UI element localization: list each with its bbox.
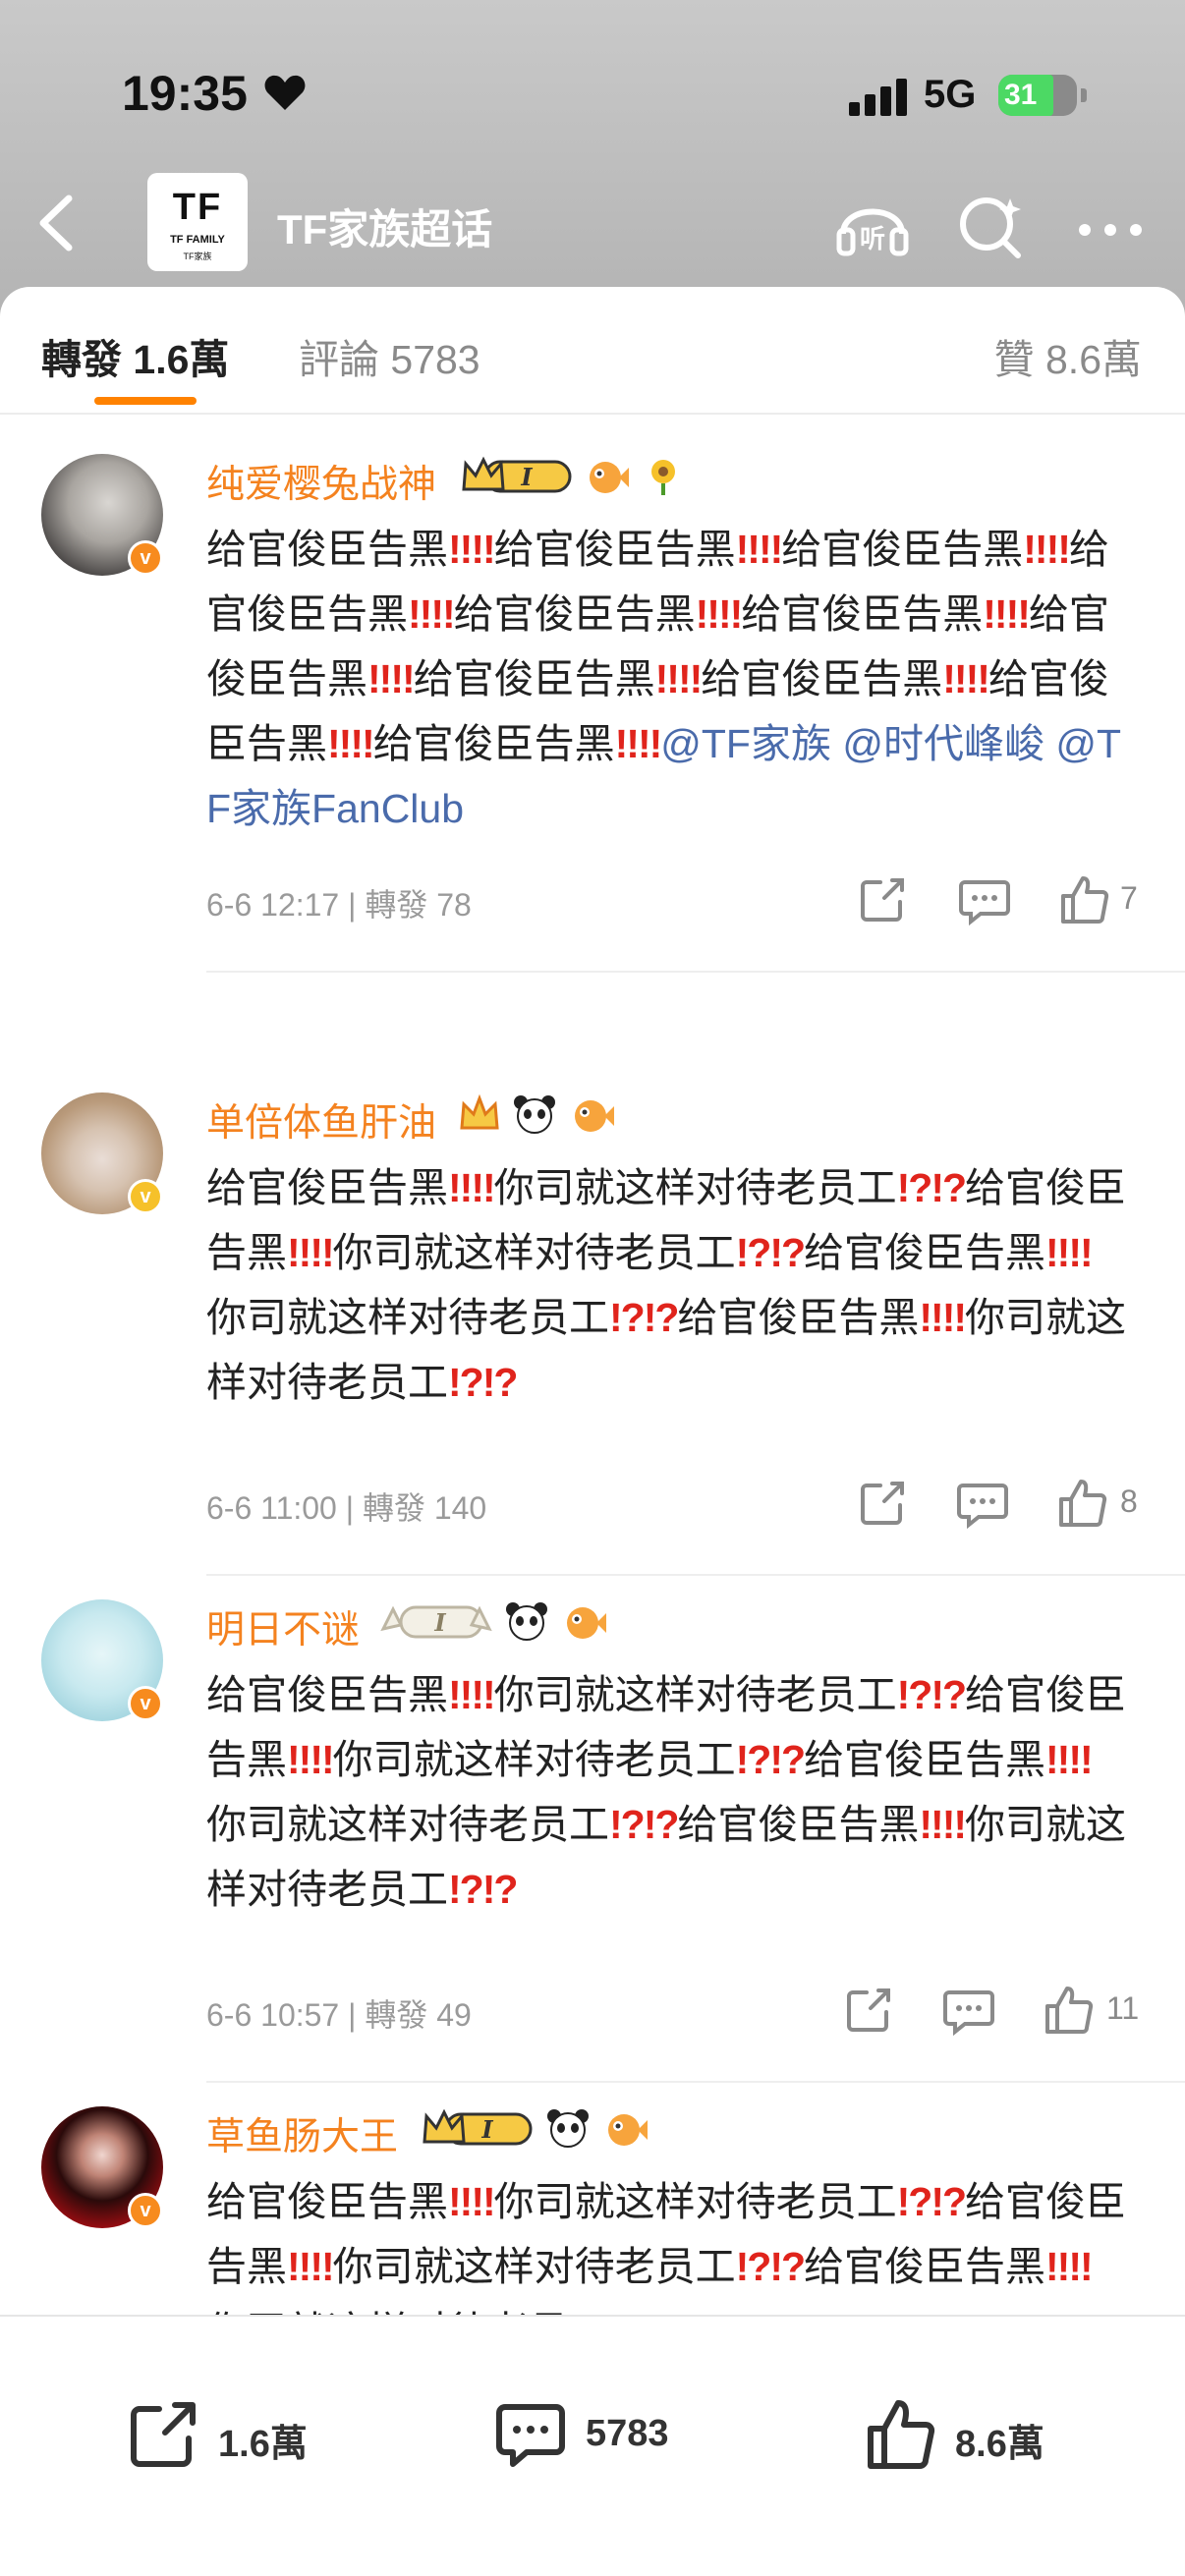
- badges: I: [460, 454, 691, 501]
- signal-icon: [849, 77, 912, 116]
- like-button[interactable]: 8.6萬: [861, 2395, 1077, 2474]
- comment-repost-count[interactable]: 轉發 140: [363, 1490, 486, 1526]
- badges: [458, 1092, 622, 1140]
- divider: [206, 971, 1185, 973]
- verified-badge-icon: v: [128, 1179, 163, 1214]
- panda-icon: [514, 1095, 556, 1134]
- repost-count: 1.6萬: [218, 2424, 308, 2465]
- pufferfish-icon: [590, 462, 630, 493]
- comment-repost-count[interactable]: 轉發 49: [365, 1997, 472, 2033]
- crown-level-badge-icon: I: [462, 456, 572, 493]
- comment-meta: 6-6 11:00 | 轉發 140: [206, 1490, 487, 1526]
- heart-icon: [264, 75, 306, 110]
- share-icon[interactable]: [853, 1474, 912, 1533]
- comment-icon[interactable]: [953, 1474, 1012, 1533]
- sunflower-icon: [650, 460, 675, 495]
- wing-level-badge-icon: I: [380, 1605, 492, 1639]
- like-icon: [868, 2400, 935, 2469]
- crown-level-badge-icon: I: [423, 2108, 533, 2146]
- username[interactable]: 草鱼肠大王: [206, 2106, 398, 2161]
- battery-tip: [1081, 88, 1087, 102]
- comment-meta: 6-6 10:57 | 轉發 49: [206, 1997, 472, 2033]
- comment-meta: 6-6 12:17 | 轉發 78: [206, 887, 472, 923]
- share-icon: [131, 2402, 196, 2467]
- like-count: 8: [1120, 1484, 1138, 1519]
- like-count: 11: [1106, 1990, 1140, 2026]
- verified-badge-icon: v: [128, 540, 163, 576]
- comment-icon: [496, 2404, 565, 2467]
- panda-icon: [506, 1602, 548, 1641]
- repost-button[interactable]: 1.6萬: [124, 2395, 340, 2474]
- username[interactable]: 纯爱樱兔战神: [206, 454, 436, 509]
- divider: [206, 2081, 1185, 2083]
- comment-time: 6-6 10:57: [206, 1997, 340, 2033]
- crown-icon: [460, 1093, 499, 1130]
- divider: [206, 1574, 1185, 1576]
- bottom-action-bar: 1.6萬 5783 8.6萬: [0, 2315, 1185, 2576]
- back-icon[interactable]: [29, 189, 88, 257]
- like-count: 7: [1120, 880, 1138, 916]
- topic-logo[interactable]: TF TF FAMILY TF家族: [147, 173, 248, 271]
- like-icon[interactable]: [1055, 870, 1114, 929]
- badges: I: [421, 2106, 655, 2154]
- comment-time: 6-6 12:17: [206, 887, 340, 923]
- more-icon[interactable]: [1071, 187, 1150, 265]
- comment-text: 给官俊臣告黑!!!!你司就这样对待老员工!?!?给官俊臣告黑!!!!你司就这样对…: [206, 1165, 1127, 1405]
- tab-likes[interactable]: 贊 8.6萬: [994, 326, 1142, 385]
- share-icon[interactable]: [839, 1981, 898, 2040]
- comment-text: 给官俊臣告黑!!!!给官俊臣告黑!!!!给官俊臣告黑!!!!给官俊臣告黑!!!!…: [206, 527, 1122, 831]
- panda-icon: [547, 2109, 590, 2148]
- like-count: 8.6萬: [955, 2424, 1044, 2465]
- svg-text:听: 听: [860, 225, 885, 254]
- search-icon[interactable]: [951, 187, 1030, 265]
- comment-repost-count[interactable]: 轉發 78: [365, 887, 472, 923]
- pufferfish-icon: [574, 1100, 614, 1132]
- status-time: 19:35: [122, 66, 248, 121]
- comment-text: 给官俊臣告黑!!!!你司就这样对待老员工!?!?给官俊臣告黑!!!!你司就这样对…: [206, 1672, 1127, 1912]
- listen-icon[interactable]: 听: [833, 187, 912, 265]
- network-label: 5G: [924, 73, 977, 116]
- nav-bar: TF TF FAMILY TF家族 TF家族超话 听: [0, 167, 1185, 275]
- comment-button[interactable]: 5783: [491, 2395, 707, 2474]
- comment-count: 5783: [586, 2413, 669, 2454]
- tab-bar: 轉發 1.6萬 評論 5783 贊 8.6萬: [0, 287, 1185, 415]
- like-icon[interactable]: [1040, 1981, 1099, 2040]
- svg-text:I: I: [520, 463, 533, 491]
- username[interactable]: 明日不谜: [206, 1599, 360, 1654]
- tab-repost[interactable]: 轉發 1.6萬: [41, 326, 229, 385]
- comments-sheet: 轉發 1.6萬 評論 5783 贊 8.6萬 v 纯爱樱兔战神 I 给官俊臣告黑…: [0, 287, 1185, 2576]
- pufferfish-icon: [607, 2114, 648, 2146]
- tab-active-indicator: [94, 397, 197, 405]
- battery-icon: 31: [998, 75, 1077, 116]
- share-icon[interactable]: [853, 870, 912, 929]
- page-title[interactable]: TF家族超话: [277, 196, 492, 256]
- svg-text:I: I: [433, 1608, 446, 1637]
- username[interactable]: 单倍体鱼肝油: [206, 1092, 436, 1148]
- comment-icon[interactable]: [939, 1981, 998, 2040]
- svg-text:I: I: [480, 2115, 493, 2144]
- comment-icon[interactable]: [955, 870, 1014, 929]
- like-icon[interactable]: [1053, 1474, 1112, 1533]
- tab-comments[interactable]: 評論 5783: [299, 326, 480, 385]
- pufferfish-icon: [566, 1607, 606, 1639]
- verified-badge-icon: v: [128, 2193, 163, 2228]
- badges: I: [379, 1599, 614, 1647]
- verified-badge-icon: v: [128, 1686, 163, 1721]
- comment-time: 6-6 11:00: [206, 1490, 337, 1526]
